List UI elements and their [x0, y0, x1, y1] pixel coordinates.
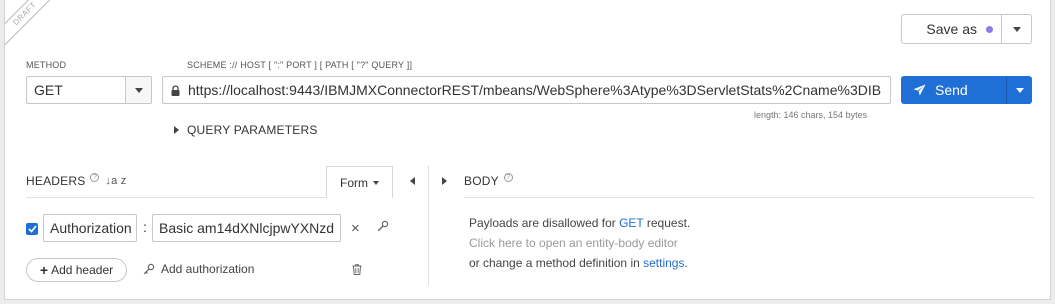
chevron-down-icon	[1012, 26, 1021, 32]
delete-all-headers-button[interactable]	[352, 263, 362, 278]
method-select[interactable]: GET	[26, 76, 152, 104]
chevron-down-icon	[373, 180, 379, 185]
draft-ribbon-label: DRAFT	[5, 0, 51, 46]
add-authorization-label: Add authorization	[161, 262, 255, 276]
plus-icon: +	[39, 262, 49, 278]
save-as-dropdown-button[interactable]	[1002, 14, 1032, 44]
query-parameters-label: QUERY PARAMETERS	[187, 123, 318, 137]
method-value: GET	[26, 76, 125, 104]
header-value-input[interactable]: Basic am14dXNlcjpwYXNzd	[152, 214, 341, 242]
chevron-left-icon	[410, 177, 415, 185]
body-message-text: or change a method definition in	[469, 256, 644, 270]
chevron-right-icon	[442, 177, 447, 185]
body-heading: BODY ?	[464, 172, 513, 188]
chevron-down-icon	[134, 87, 143, 93]
header-helper-button[interactable]	[377, 220, 389, 235]
body-title: BODY	[464, 174, 499, 188]
chevron-right-icon	[174, 126, 179, 134]
checkmark-icon	[27, 225, 37, 233]
header-name-input[interactable]: Authorization	[43, 214, 137, 242]
body-underline	[464, 197, 1034, 198]
save-as-split-button: Save as	[901, 14, 1032, 44]
form-mode-label: Form	[340, 175, 368, 190]
url-format-label: SCHEME :// HOST [ ":" PORT ] [ PATH [ "?…	[187, 60, 413, 70]
collapse-body-button[interactable]	[442, 177, 447, 185]
url-length-info: length: 146 chars, 154 bytes	[754, 110, 868, 120]
collapse-headers-button[interactable]	[410, 177, 415, 185]
headers-underline	[26, 197, 326, 198]
draft-ribbon: DRAFT	[5, 0, 51, 46]
url-value: https://localhost:9443/IBMJMXConnectorRE…	[188, 82, 882, 98]
open-entity-body-editor-link[interactable]: Click here to open an entity-body editor	[469, 236, 678, 250]
add-header-label: Add header	[51, 263, 114, 277]
header-enabled-checkbox[interactable]	[26, 223, 38, 235]
send-button[interactable]: Send	[901, 76, 1006, 104]
paper-plane-icon	[913, 84, 926, 96]
method-name-highlight: GET	[619, 216, 644, 230]
body-message-text: Payloads are disallowed for	[469, 216, 620, 230]
send-dropdown-button[interactable]	[1006, 76, 1032, 104]
body-message-text: request.	[643, 216, 691, 230]
lock-icon	[171, 84, 180, 96]
help-icon[interactable]: ?	[503, 172, 513, 182]
unsaved-dot-icon	[986, 25, 993, 33]
add-header-button[interactable]: + Add header	[26, 258, 127, 282]
trash-icon	[352, 264, 362, 275]
settings-link[interactable]: settings	[643, 256, 684, 270]
wand-icon	[377, 220, 389, 232]
method-label: METHOD	[26, 60, 67, 70]
help-icon[interactable]: ?	[90, 172, 100, 182]
headers-title: HEADERS	[26, 174, 86, 188]
sort-alpha-icon[interactable]: ↓a z	[105, 175, 126, 187]
key-icon	[143, 263, 155, 275]
url-input[interactable]: https://localhost:9443/IBMJMXConnectorRE…	[162, 76, 891, 104]
save-as-button[interactable]: Save as	[901, 14, 1002, 44]
save-as-label: Save as	[926, 21, 977, 37]
send-split-button: Send	[901, 76, 1032, 104]
add-authorization-button[interactable]: Add authorization	[143, 262, 254, 276]
request-editor-panel: DRAFT Save as METHOD SCHEME :// HOST [ "…	[4, 0, 1051, 300]
chevron-down-icon	[1015, 87, 1024, 93]
method-dropdown-toggle[interactable]	[125, 76, 152, 104]
query-parameters-toggle[interactable]: QUERY PARAMETERS	[174, 123, 318, 137]
remove-header-button[interactable]: ×	[351, 220, 360, 237]
body-disallowed-message: Payloads are disallowed for GET request.	[469, 216, 690, 230]
body-message-text: .	[684, 256, 688, 270]
send-label: Send	[935, 82, 968, 98]
headers-heading: HEADERS ? ↓a z	[26, 172, 126, 188]
change-method-message: or change a method definition in setting…	[469, 256, 688, 270]
pane-divider	[428, 165, 429, 285]
form-mode-dropdown[interactable]: Form	[326, 166, 393, 198]
header-separator: :	[143, 219, 147, 235]
